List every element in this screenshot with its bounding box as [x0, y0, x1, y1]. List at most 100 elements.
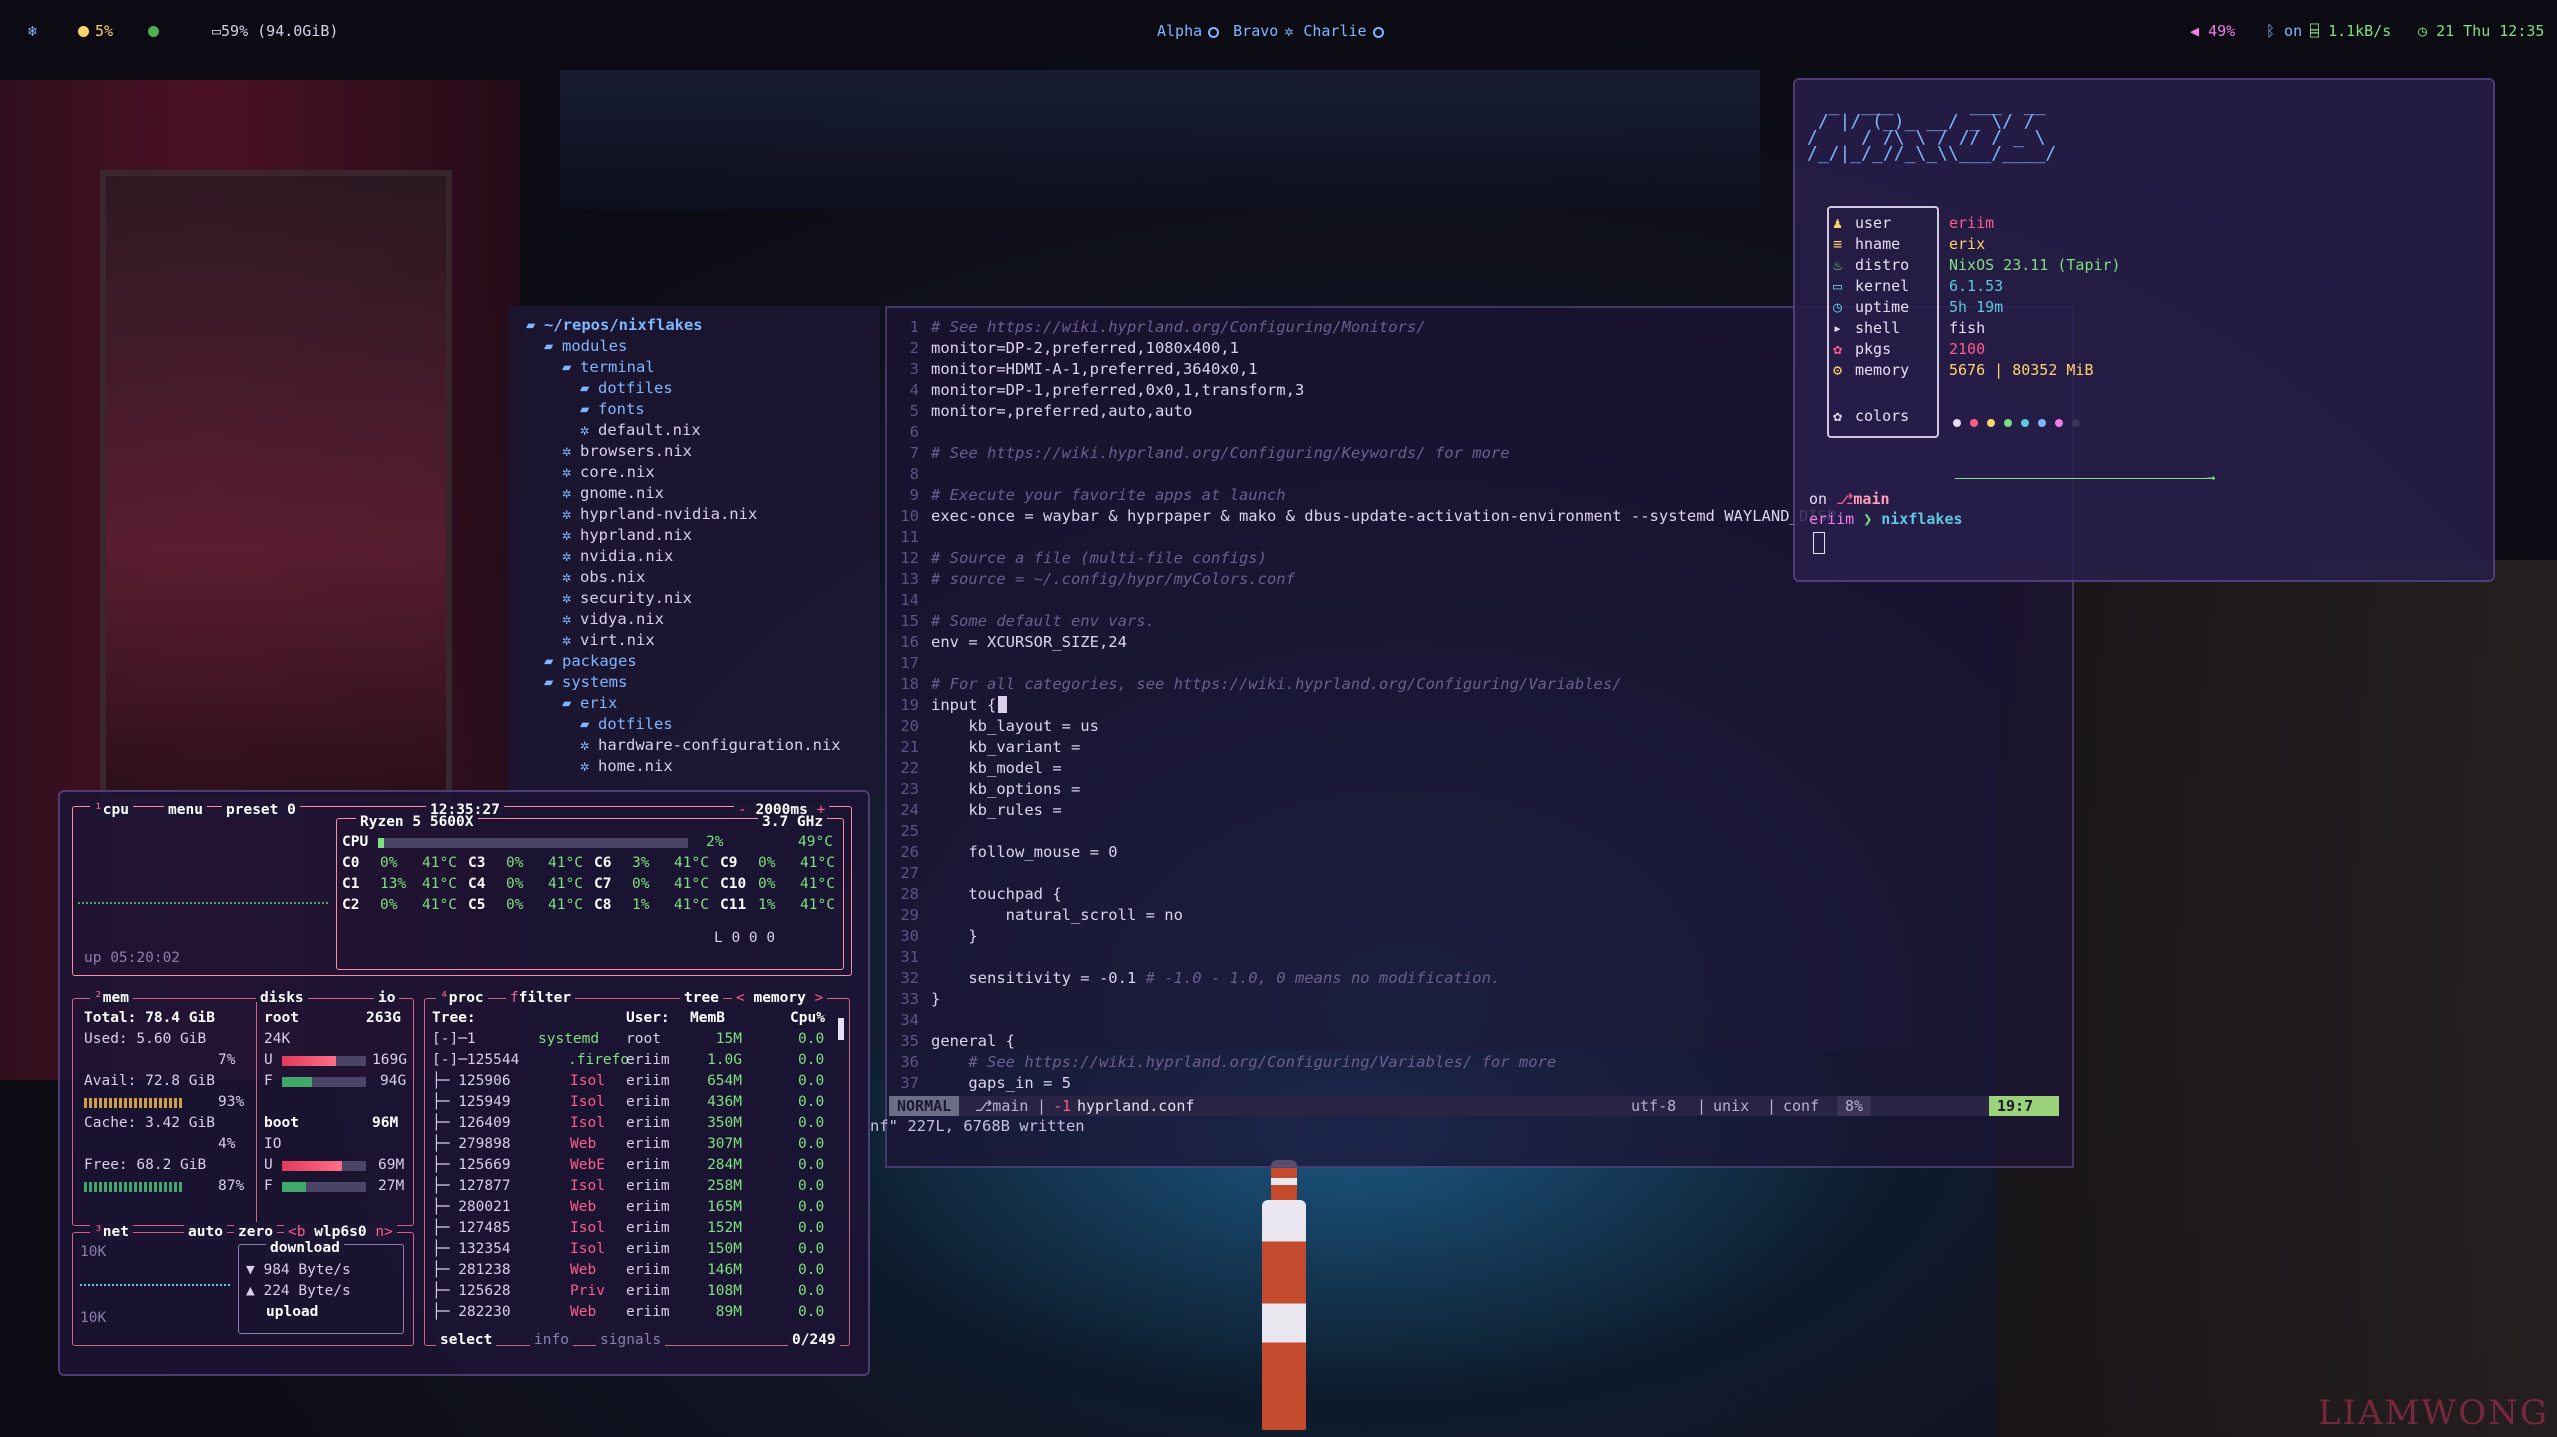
folder-icon: ▰: [562, 694, 572, 712]
proc-mem: 150M: [707, 1241, 742, 1257]
bluetooth-indicator[interactable]: ᛒ on: [2266, 22, 2302, 40]
proc-row[interactable]: ├─ 279898 Web eriim 307M 0.0: [60, 1136, 840, 1157]
fetch-value: fish: [1949, 319, 1986, 337]
proc-row[interactable]: ├─ 127485 Isol eriim 152M 0.0: [60, 1220, 840, 1241]
proc-row[interactable]: ├─ 281238 Web eriim 146M 0.0: [60, 1262, 840, 1283]
disk-indicator[interactable]: ▭59% (94.0GiB): [212, 22, 338, 40]
proc-row[interactable]: [-]─1 systemd root 15M 0.0: [60, 1031, 840, 1052]
cpu-core-temp: 41°C: [674, 855, 709, 871]
tree-file[interactable]: ✲ vidya.nix: [562, 610, 664, 628]
proc-row[interactable]: ├─ 125669 WebE eriim 284M 0.0: [60, 1157, 840, 1178]
tree-folder[interactable]: ▰ erix: [562, 694, 617, 712]
code-line: 23 kb_options =: [887, 780, 1080, 798]
prompt-chevron-icon: ❯: [1863, 510, 1873, 528]
btop-monitor[interactable]: ¹cpu menu preset 0 12:35:27 - 2000ms + u…: [58, 790, 870, 1376]
folder-open-icon: ▰: [526, 316, 536, 334]
preset-button[interactable]: preset 0: [222, 802, 300, 818]
proc-select-button[interactable]: select: [436, 1332, 497, 1348]
proc-row[interactable]: ├─ 282230 Web eriim 89M 0.0: [60, 1304, 840, 1325]
network-indicator[interactable]: ⌸ 1.1kB/s: [2310, 22, 2391, 40]
proc-filter[interactable]: ffilter: [506, 990, 576, 1006]
memory-indicator[interactable]: [148, 22, 165, 40]
proc-box-title[interactable]: ⁴proc: [436, 990, 488, 1006]
proc-row[interactable]: ├─ 125628 Priv eriim 108M 0.0: [60, 1283, 840, 1304]
tree-folder[interactable]: ▰ systems: [544, 673, 627, 691]
line-number: 2: [909, 339, 919, 357]
mem-box-title[interactable]: ²mem: [90, 990, 133, 1006]
tree-file[interactable]: ✲ default.nix: [580, 421, 701, 439]
tree-file[interactable]: ✲ security.nix: [562, 589, 692, 607]
proc-sort-selector[interactable]: < memory >: [732, 990, 828, 1006]
code-line: 19 input {: [887, 696, 1008, 714]
file-tree-root[interactable]: ▰ ~/repos/nixflakes: [526, 316, 703, 334]
proc-pid: ├─ 127877: [432, 1178, 511, 1194]
tree-file[interactable]: ✲ home.nix: [580, 757, 673, 775]
fetch-terminal[interactable]: _ ___ ___ __ / |/ (_)_ __/ _ \/ / / / /\…: [1793, 78, 2495, 582]
tree-file[interactable]: ✲ core.nix: [562, 463, 655, 481]
code-line: 29 natural_scroll = no: [887, 906, 1183, 924]
line-number: 14: [900, 591, 919, 609]
proc-row[interactable]: [-]─125544 .firefo eriim 1.0G 0.0: [60, 1052, 840, 1073]
tree-file[interactable]: ✲ hyprland-nvidia.nix: [562, 505, 757, 523]
proc-header-tree: Tree:: [432, 1010, 476, 1026]
proc-info-button[interactable]: info: [530, 1332, 573, 1348]
workspace-alpha[interactable]: Alpha: [1157, 22, 1202, 40]
proc-tree-toggle[interactable]: tree: [680, 990, 723, 1006]
tree-folder[interactable]: ▰ dotfiles: [580, 379, 673, 397]
palette-swatch: [2038, 419, 2046, 427]
cpu-core-percent: 0%: [380, 897, 398, 913]
proc-mem: 89M: [715, 1304, 742, 1320]
code-line: 7 # See https://wiki.hyprland.org/Configu…: [887, 444, 1510, 462]
proc-row[interactable]: ├─ 125949 Isol eriim 436M 0.0: [60, 1094, 840, 1115]
proc-scrollbar[interactable]: [838, 1018, 844, 1040]
code-line: 34: [887, 1011, 931, 1029]
palette-swatch: [1970, 419, 1978, 427]
tree-file[interactable]: ✲ hardware-configuration.nix: [580, 736, 841, 754]
nix-file-icon: ✲: [562, 547, 572, 565]
nix-file-icon: ✲: [562, 589, 572, 607]
cpu-model: Ryzen 5 5600X: [356, 814, 478, 830]
volume-indicator[interactable]: ◀ 49%: [2190, 22, 2235, 40]
cpu-indicator[interactable]: 5%: [78, 22, 113, 40]
tree-item-label: dotfiles: [598, 715, 673, 733]
proc-user: eriim: [626, 1052, 670, 1068]
tree-item-label: dotfiles: [598, 379, 673, 397]
code-text: # See https://wiki.hyprland.org/Configur…: [931, 1053, 1557, 1071]
tree-folder[interactable]: ▰ fonts: [580, 400, 645, 418]
tree-file[interactable]: ✲ virt.nix: [562, 631, 655, 649]
proc-row[interactable]: ├─ 132354 Isol eriim 150M 0.0: [60, 1241, 840, 1262]
folder-icon: ▰: [580, 379, 590, 397]
tree-folder[interactable]: ▰ terminal: [562, 358, 655, 376]
tree-item-label: nvidia.nix: [580, 547, 674, 565]
tree-file[interactable]: ✲ browsers.nix: [562, 442, 692, 460]
proc-row[interactable]: ├─ 125906 Isol eriim 654M 0.0: [60, 1073, 840, 1094]
proc-name: Isol: [570, 1241, 605, 1257]
tree-file[interactable]: ✲ gnome.nix: [562, 484, 664, 502]
tree-folder[interactable]: ▰ modules: [544, 337, 627, 355]
speaker-icon: ◀: [2190, 22, 2200, 40]
proc-pid: ├─ 279898: [432, 1136, 511, 1152]
code-line: 15 # Some default env vars.: [887, 612, 1155, 630]
proc-row[interactable]: ├─ 126409 Isol eriim 350M 0.0: [60, 1115, 840, 1136]
tree-folder[interactable]: ▰ packages: [544, 652, 637, 670]
proc-row[interactable]: ├─ 280021 Web eriim 165M 0.0: [60, 1199, 840, 1220]
tree-folder[interactable]: ▰ dotfiles: [580, 715, 673, 733]
line-number: 37: [900, 1074, 919, 1092]
proc-name: Isol: [570, 1073, 605, 1089]
tree-file[interactable]: ✲ nvidia.nix: [562, 547, 673, 565]
tree-file[interactable]: ✲ obs.nix: [562, 568, 645, 586]
clock[interactable]: ◷ 21 Thu 12:35: [2418, 22, 2544, 40]
menu-button[interactable]: menu: [164, 802, 207, 818]
tree-file[interactable]: ✲ hyprland.nix: [562, 526, 692, 544]
workspace-charlie[interactable]: Charlie: [1303, 22, 1366, 40]
line-number: 16: [900, 633, 919, 651]
proc-row[interactable]: ├─ 127877 Isol eriim 258M 0.0: [60, 1178, 840, 1199]
io-toggle[interactable]: io: [374, 990, 400, 1006]
disk-root-name: root: [264, 1010, 299, 1026]
nix-logo-icon[interactable]: ❄: [28, 22, 37, 40]
proc-signals-button[interactable]: signals: [596, 1332, 666, 1348]
file-name: hyprland.conf: [1077, 1097, 1195, 1115]
cpu-core-label: C3: [468, 855, 486, 871]
workspace-bravo[interactable]: Bravo: [1233, 22, 1278, 40]
line-number: 19: [900, 696, 919, 714]
